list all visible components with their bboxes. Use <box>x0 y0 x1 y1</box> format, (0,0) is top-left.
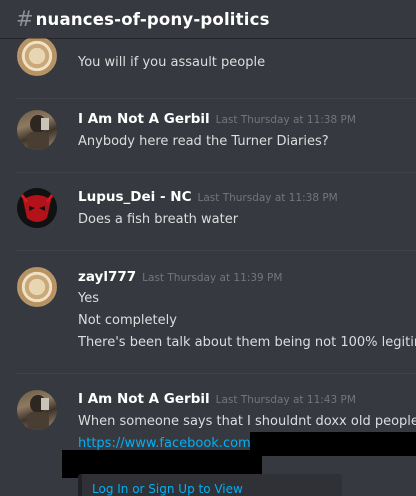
message-text: Anybody here read the Turner Diaries? <box>78 134 329 149</box>
message-author-row: Lupus_Dei - NC Last Thursday at 11:38 PM <box>78 189 338 205</box>
message-author-row: I Am Not A Gerbil Last Thursday at 11:38 … <box>78 111 356 127</box>
message-list[interactable]: You will if you assault people I Am Not … <box>0 38 416 496</box>
message-timestamp: Last Thursday at 11:39 PM <box>142 272 283 284</box>
author-name[interactable]: zayl777 <box>78 269 136 285</box>
message-timestamp: Last Thursday at 11:38 PM <box>215 114 356 126</box>
message-divider <box>16 98 416 99</box>
user-avatar[interactable] <box>17 110 57 150</box>
message-divider <box>16 172 416 173</box>
message-text: Does a fish breath water <box>78 212 239 227</box>
user-avatar[interactable] <box>17 390 57 430</box>
channel-header: # nuances-of-pony-politics <box>0 0 416 38</box>
message-divider <box>16 373 416 374</box>
user-avatar[interactable] <box>17 38 57 76</box>
person-photo-icon <box>27 395 49 430</box>
embed-login-link[interactable]: Log In or Sign Up to View <box>92 482 243 496</box>
redaction-box <box>250 432 416 456</box>
author-name[interactable]: I Am Not A Gerbil <box>78 111 210 127</box>
message-text: When someone says that I shouldnt doxx o… <box>78 414 416 429</box>
person-photo-icon <box>27 115 49 150</box>
message-text: There's been talk about them being not 1… <box>78 335 416 350</box>
author-name[interactable]: I Am Not A Gerbil <box>78 391 210 407</box>
message-timestamp: Last Thursday at 11:38 PM <box>197 192 338 204</box>
user-avatar[interactable] <box>17 267 57 307</box>
message-text: You will if you assault people <box>78 55 266 70</box>
red-mask-icon <box>17 188 57 228</box>
message-timestamp: Last Thursday at 11:43 PM <box>215 394 356 406</box>
message-text: Yes <box>78 291 99 306</box>
message-text: Not completely <box>78 313 177 328</box>
message-link[interactable]: https://www.facebook.com <box>78 436 251 451</box>
channel-hash-icon: # <box>16 7 34 31</box>
message-divider <box>16 250 416 251</box>
message-author-row: zayl777 Last Thursday at 11:39 PM <box>78 269 282 285</box>
author-name[interactable]: Lupus_Dei - NC <box>78 189 191 205</box>
message-author-row: I Am Not A Gerbil Last Thursday at 11:43 … <box>78 391 356 407</box>
user-avatar[interactable] <box>17 188 57 228</box>
channel-name[interactable]: nuances-of-pony-politics <box>36 10 270 29</box>
